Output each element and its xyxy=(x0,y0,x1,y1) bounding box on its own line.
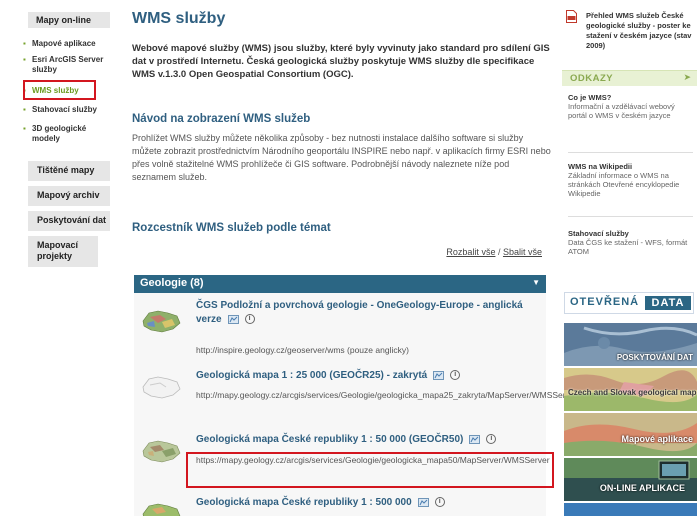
link-desc: Základní informace o WMS na stránkách Ot… xyxy=(568,171,680,198)
nav-sub-esri-arcgis[interactable]: Esri ArcGIS Server služby xyxy=(23,55,112,75)
highlight-box-wms-nav xyxy=(23,80,96,100)
service-title[interactable]: ČGS Podložní a povrchová geologie - OneG… xyxy=(196,299,546,327)
tile-mapove-aplikace[interactable]: Mapové aplikace xyxy=(564,413,697,456)
intro-text: Webové mapové služby (WMS) jsou služby, … xyxy=(132,43,550,80)
category-label: Geologie (8) xyxy=(140,277,204,289)
map-preview-icon[interactable] xyxy=(433,370,445,381)
link-wms-wikipedie[interactable]: WMS na Wikipedii Základní informace o WM… xyxy=(568,162,693,198)
triangle-down-icon[interactable]: ▼ xyxy=(532,278,540,287)
nav-mapy-online[interactable]: Mapy on-line xyxy=(28,12,110,28)
tile-geological-map[interactable]: Czech and Slovak geological map xyxy=(564,368,697,411)
info-icon[interactable]: i xyxy=(244,314,255,325)
link-title[interactable]: Stahovací služby xyxy=(568,229,693,238)
banner-word-2: DATA xyxy=(645,296,691,310)
guide-heading: Návod na zobrazení WMS služeb xyxy=(132,113,311,125)
nav-mapovaci-projekty[interactable]: Mapovací projekty xyxy=(28,236,98,267)
map-preview-icon[interactable] xyxy=(227,314,239,325)
right-sidebar: Přehled WMS služeb České geologické služ… xyxy=(562,0,697,516)
geology-map-thumbnail xyxy=(142,440,181,463)
online-app-image xyxy=(564,458,697,501)
guide-text: Prohlížet WMS služby můžete několika způ… xyxy=(132,133,551,182)
partial-tile-image xyxy=(564,503,697,516)
expand-separator: / xyxy=(495,247,503,257)
service-url: http://inspire.geology.cz/geoserver/wms … xyxy=(196,345,409,355)
tile-label: Mapové aplikace xyxy=(621,434,693,444)
poster-link[interactable]: Přehled WMS služeb České geologické služ… xyxy=(586,11,696,51)
tile-label: Czech and Slovak geological map xyxy=(568,388,697,397)
nav-sub-stahovaci-sluzby[interactable]: Stahovací služby xyxy=(23,105,112,115)
tile-poskytovani-dat[interactable]: POSKYTOVÁNÍ DAT xyxy=(564,323,697,366)
collapse-all-link[interactable]: Sbalit vše xyxy=(503,247,542,257)
odkazy-header: ODKAZY ➤ xyxy=(562,70,697,86)
service-title-text[interactable]: Geologická mapa České republiky 1 : 500 … xyxy=(196,497,412,508)
otevrena-data-banner[interactable]: OTEVŘENÁ DATA xyxy=(564,292,694,314)
divider xyxy=(568,152,693,153)
link-title[interactable]: WMS na Wikipedii xyxy=(568,162,693,171)
czech-outline-thumbnail xyxy=(142,376,181,399)
nav-sub-mapove-aplikace[interactable]: Mapové aplikace xyxy=(23,39,112,49)
category-geologie-header[interactable]: Geologie (8) ▼ xyxy=(134,275,546,293)
expand-controls: Rozbalit vše / Sbalit vše xyxy=(446,247,542,257)
tile-online-aplikace[interactable]: ON-LINE APLIKACE xyxy=(564,458,697,501)
link-desc: Informační a vzdělávací webový portál o … xyxy=(568,102,675,120)
nav-tistene-mapy[interactable]: Tištěné mapy xyxy=(28,161,110,181)
map-preview-icon[interactable] xyxy=(469,434,481,445)
nav-sub-3d-modely[interactable]: 3D geologické modely xyxy=(23,124,112,144)
odkazy-title: ODKAZY xyxy=(570,73,614,84)
link-stahovaci-sluzby[interactable]: Stahovací služby Data ČGS ke stažení - W… xyxy=(568,229,693,256)
map-preview-icon[interactable] xyxy=(417,497,429,508)
tile-label: POSKYTOVÁNÍ DAT xyxy=(616,353,693,362)
main-content: WMS služby Webové mapové služby (WMS) js… xyxy=(118,0,578,516)
pdf-icon[interactable] xyxy=(566,10,577,23)
arrow-right-icon: ➤ xyxy=(683,72,691,82)
service-title[interactable]: Geologická mapa České republiky 1 : 500 … xyxy=(196,496,546,510)
link-title[interactable]: Co je WMS? xyxy=(568,93,693,102)
tile-partial[interactable] xyxy=(564,503,697,516)
highlight-box-url xyxy=(186,452,554,488)
service-title[interactable]: Geologická mapa 1 : 25 000 (GEOČR25) - z… xyxy=(196,369,546,383)
divider xyxy=(568,216,693,217)
service-url: http://mapy.geology.cz/arcgis/services/G… xyxy=(196,390,578,400)
link-co-je-wms[interactable]: Co je WMS? Informační a vzdělávací webov… xyxy=(568,93,693,120)
service-title-text[interactable]: Geologická mapa České republiky 1 : 50 0… xyxy=(196,434,463,445)
left-navigation: Mapy on-line Mapové aplikace Esri ArcGIS… xyxy=(0,0,112,516)
info-icon[interactable]: i xyxy=(486,434,497,445)
service-title-text[interactable]: Geologická mapa 1 : 25 000 (GEOČR25) - z… xyxy=(196,370,427,381)
geology-map-thumbnail xyxy=(142,310,181,333)
tile-label: ON-LINE APLIKACE xyxy=(599,483,685,493)
nav-poskytovani-dat[interactable]: Poskytování dat xyxy=(28,211,110,231)
index-heading: Rozcestník WMS služeb podle témat xyxy=(132,222,331,234)
banner-word-1: OTEVŘENÁ xyxy=(570,296,640,308)
page-title: WMS služby xyxy=(132,10,226,27)
nav-mapovy-archiv[interactable]: Mapový archiv xyxy=(28,186,110,206)
expand-all-link[interactable]: Rozbalit vše xyxy=(446,247,495,257)
geology-map-thumbnail xyxy=(142,503,181,516)
link-desc: Data ČGS ke stažení - WFS, formát ATOM xyxy=(568,238,688,256)
info-icon[interactable]: i xyxy=(434,497,445,508)
info-icon[interactable]: i xyxy=(450,370,461,381)
service-title[interactable]: Geologická mapa České republiky 1 : 50 0… xyxy=(196,433,546,447)
